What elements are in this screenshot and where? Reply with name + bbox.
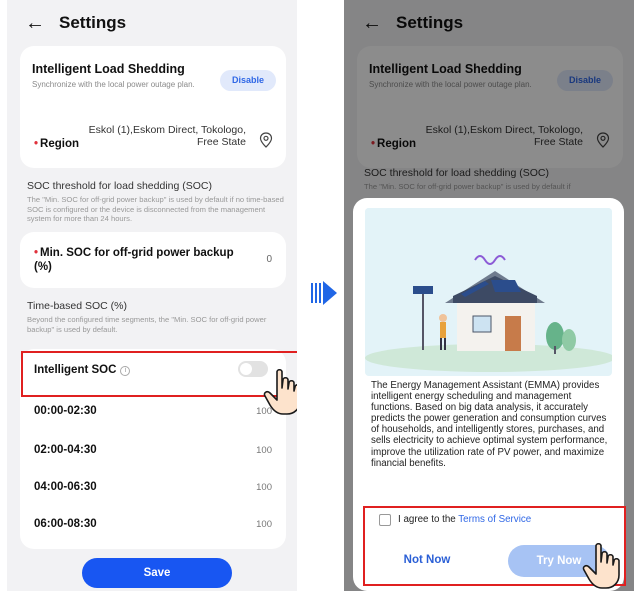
tap-hand-icon [582,542,620,589]
load-shedding-card: Intelligent Load Shedding Synchronize wi… [20,46,286,168]
load-shedding-title: Intelligent Load Shedding [32,62,185,76]
time-segment-label: 06:00-08:30 [34,518,97,530]
load-shedding-subtitle: Synchronize with the local power outage … [32,80,195,89]
next-step-arrow [311,283,323,303]
back-arrow-icon[interactable]: ← [25,13,45,33]
time-segment-value: 100 [256,445,272,456]
time-segment-row[interactable]: 06:00-08:30 100 [34,514,272,538]
time-segment-row[interactable]: 00:00-02:30 100 [34,401,272,425]
settings-screen: ← Settings Intelligent Load Shedding Syn… [7,0,297,591]
min-soc-label: • Min. SOC for off-grid power backup (%) [34,247,234,273]
time-segment-label: 00:00-02:30 [34,405,97,417]
soc-threshold-description: The "Min. SOC for off-grid power backup"… [27,195,284,223]
region-value[interactable]: Eskol (1),Eskom Direct, Tokologo, Free S… [76,124,246,148]
time-segment-label: 02:00-04:30 [34,444,97,456]
time-segment-value: 100 [256,519,272,530]
highlight-box [21,351,297,397]
soc-threshold-title: SOC threshold for load shedding (SOC) [27,180,213,192]
settings-screen-with-dialog: ← Settings Intelligent Load Shedding Syn… [344,0,634,591]
region-label: • Region [34,138,80,150]
min-soc-card[interactable]: • Min. SOC for off-grid power backup (%) … [20,232,286,288]
min-soc-value: 0 [266,254,272,265]
location-pin-icon[interactable] [259,132,273,148]
time-based-soc-description: Beyond the configured time segments, the… [27,315,267,334]
page-title: Settings [59,13,127,32]
emma-description: The Energy Management Assistant (EMMA) p… [371,380,608,469]
arrow-head-icon [323,281,337,305]
tap-hand-icon [263,368,297,415]
save-button[interactable]: Save [82,558,232,588]
time-segment-label: 04:00-06:30 [34,481,97,493]
smart-home-illustration [365,208,612,376]
time-segment-row[interactable]: 02:00-04:30 100 [34,440,272,464]
header: ← Settings [7,0,297,46]
disable-button[interactable]: Disable [220,70,276,91]
time-based-soc-title: Time-based SOC (%) [27,300,127,312]
time-segment-row[interactable]: 04:00-06:30 100 [34,477,272,501]
time-segment-value: 100 [256,482,272,493]
